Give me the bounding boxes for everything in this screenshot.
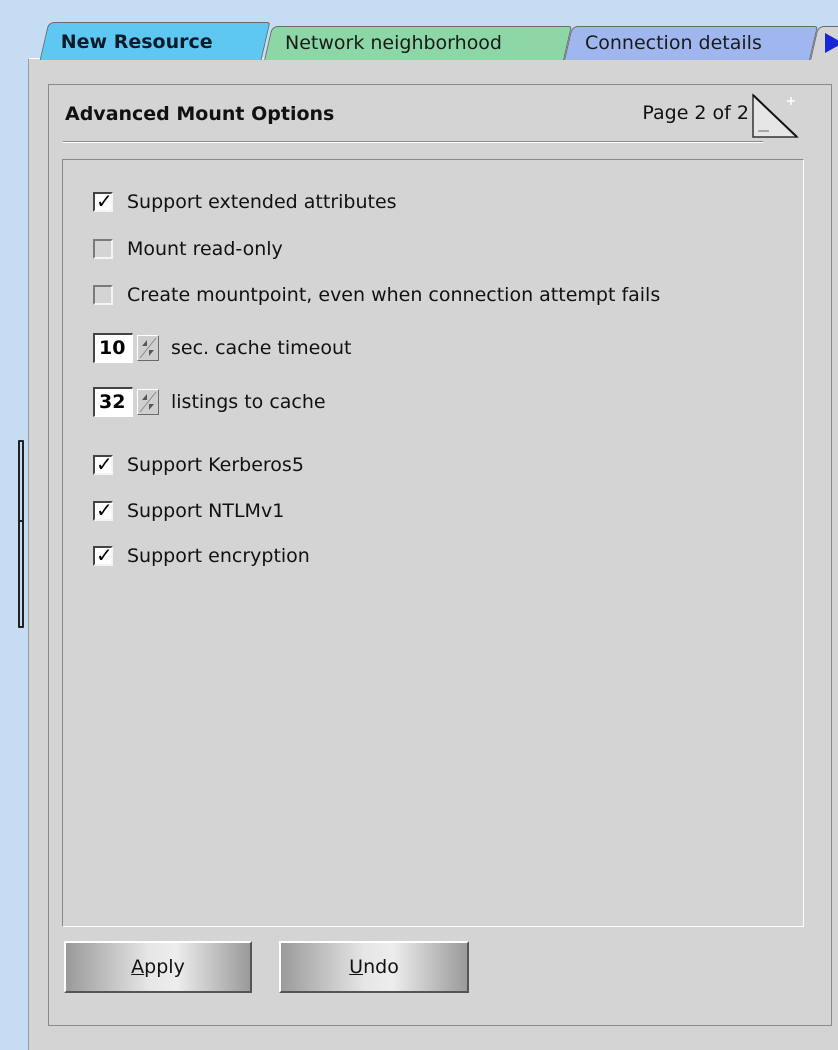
option-label: Support extended attributes [127,191,397,213]
spinner-arrows-icon[interactable] [137,335,159,361]
option-label: Create mountpoint, even when connection … [127,284,661,306]
check-icon: ✓ [96,498,113,522]
page-corner-icon[interactable] [749,91,801,141]
option-label: Support Kerberos5 [127,454,304,476]
option-create-mountpoint[interactable]: Create mountpoint, even when connection … [93,279,660,311]
listings-label: listings to cache [171,391,326,413]
create-mountpoint-checkbox[interactable] [93,285,113,305]
cache-timeout-spinbox[interactable]: 10 [93,333,159,363]
apply-label: pply [144,956,185,978]
window-resize-handle[interactable] [18,440,24,628]
encryption-checkbox[interactable]: ✓ [93,543,113,567]
extended-attributes-checkbox[interactable]: ✓ [93,189,113,213]
right-arrow-icon [825,33,838,53]
undo-mnemonic: U [349,956,364,978]
header-divider [63,141,763,143]
panel-header: Advanced Mount Options Page 2 of 2 [49,85,831,143]
tab-network-neighborhood[interactable]: Network neighborhood [264,26,572,60]
advanced-mount-options-panel: Advanced Mount Options Page 2 of 2 ✓ Sup… [48,84,832,1026]
option-label: Mount read-only [127,238,283,260]
tab-label: New Resource [60,31,213,53]
tab-new-resource[interactable]: New Resource [39,22,271,60]
listings-spinbox[interactable]: 32 [93,387,159,417]
spinner-arrows-icon[interactable] [137,389,159,415]
check-icon: ✓ [96,543,113,567]
page-indicator: Page 2 of 2 [642,102,749,124]
option-label: Support NTLMv1 [127,500,285,522]
cache-timeout-label: sec. cache timeout [171,337,352,359]
ntlm-checkbox[interactable]: ✓ [93,498,113,522]
tab-label: Network neighborhood [285,32,502,54]
tab-label: Connection details [585,32,762,54]
apply-button[interactable]: Apply [64,941,252,993]
option-kerberos[interactable]: ✓ Support Kerberos5 [93,449,304,481]
tab-bar: New Resource Network neighborhood Connec… [38,22,838,60]
undo-button[interactable]: Undo [279,941,469,993]
option-label: Support encryption [127,545,310,567]
undo-label: ndo [363,956,399,978]
tab-connection-details[interactable]: Connection details [564,26,818,60]
option-ntlm[interactable]: ✓ Support NTLMv1 [93,495,284,527]
option-encryption[interactable]: ✓ Support encryption [93,540,310,572]
listings-value[interactable]: 32 [93,387,133,417]
apply-mnemonic: A [131,956,145,978]
read-only-checkbox[interactable] [93,239,113,259]
kerberos-checkbox[interactable]: ✓ [93,452,113,476]
cache-timeout-value[interactable]: 10 [93,333,133,363]
option-extended-attributes[interactable]: ✓ Support extended attributes [93,186,397,218]
option-cache-timeout: 10 sec. cache timeout [93,332,351,364]
option-read-only[interactable]: Mount read-only [93,233,283,265]
check-icon: ✓ [96,189,113,213]
check-icon: ✓ [96,452,113,476]
panel-title: Advanced Mount Options [65,103,335,125]
option-listings-cache: 32 listings to cache [93,386,326,418]
